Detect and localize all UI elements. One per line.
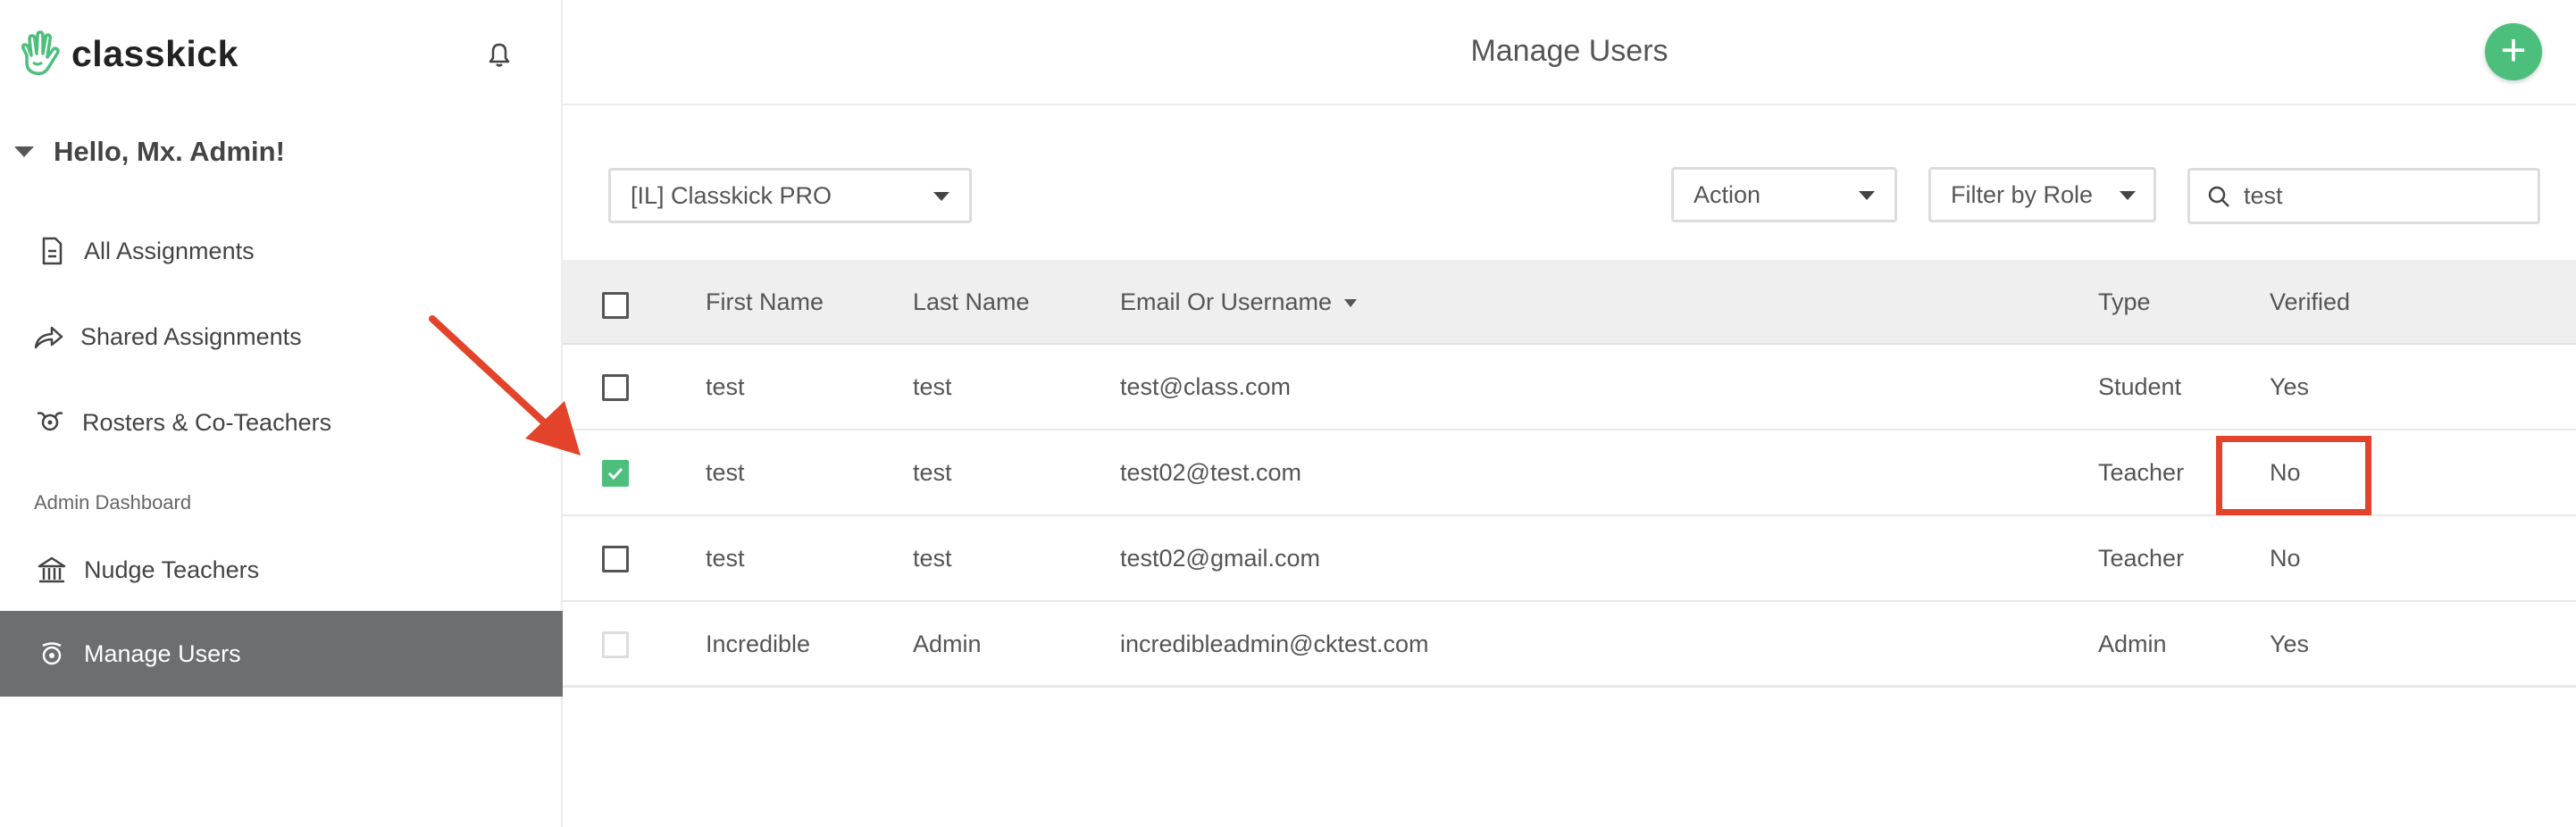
top-bar: Manage Users + (563, 0, 2576, 105)
cell-type: Admin (2098, 631, 2167, 657)
user-greeting[interactable]: Hello, Mx. Admin! (14, 136, 285, 168)
cell-last-name: test (913, 373, 952, 400)
annotation-arrow-icon (429, 315, 581, 455)
table-row[interactable]: Incredible Admin incredibleadmin@cktest.… (563, 602, 2576, 688)
dropdown-arrow-icon (1859, 191, 1875, 200)
sidebar-item-all-assignments[interactable]: All Assignments (0, 208, 563, 294)
cell-email: test@class.com (1120, 373, 1291, 400)
cell-email: incredibleadmin@cktest.com (1120, 631, 1429, 657)
organization-value: [IL] Classkick PRO (631, 181, 832, 209)
cell-first-name: test (706, 459, 745, 486)
select-all-checkbox[interactable] (602, 292, 629, 319)
cell-type: Student (2098, 373, 2182, 400)
roster-icon (37, 412, 63, 431)
filter-label: Filter by Role (1951, 180, 2094, 208)
document-icon (42, 237, 63, 265)
cell-last-name: test (913, 545, 952, 572)
filter-by-role-select[interactable]: Filter by Role (1928, 167, 2156, 222)
plus-icon: + (2500, 25, 2527, 75)
sort-caret-icon (1343, 299, 1357, 308)
sidebar-item-label: Nudge Teachers (84, 556, 260, 583)
cell-type: Teacher (2098, 545, 2185, 572)
dropdown-arrow-icon (933, 192, 949, 201)
cell-first-name: test (706, 545, 745, 572)
sidebar-item-label: Manage Users (84, 639, 241, 667)
users-icon (42, 642, 62, 665)
sidebar-item-manage-users[interactable]: Manage Users (0, 611, 563, 697)
cell-last-name: Admin (913, 631, 982, 657)
table-row[interactable]: test test test02@gmail.com Teacher No (563, 516, 2576, 602)
column-verified[interactable]: Verified (2270, 288, 2350, 316)
table-row[interactable]: test test test@class.com Student Yes (563, 345, 2576, 430)
row-checkbox[interactable] (602, 374, 629, 401)
cell-first-name: Incredible (706, 631, 811, 657)
table-header: First Name Last Name Email Or Username T… (563, 260, 2576, 345)
cell-first-name: test (706, 373, 745, 400)
cell-last-name: test (913, 459, 952, 486)
classkick-logo[interactable]: classkick (14, 27, 238, 80)
cell-verified: Yes (2270, 373, 2310, 400)
checkmark-icon (607, 467, 623, 480)
cell-email: test02@gmail.com (1120, 545, 1320, 572)
action-label: Action (1694, 180, 1761, 208)
column-last-name[interactable]: Last Name (913, 288, 1030, 316)
dropdown-arrow-icon (2120, 191, 2136, 200)
cell-type: Teacher (2098, 459, 2185, 486)
row-checkbox-disabled (602, 631, 629, 658)
row-checkbox[interactable] (602, 546, 629, 572)
sidebar-item-label: Shared Assignments (80, 322, 302, 350)
row-checkbox[interactable] (602, 460, 629, 487)
cell-email: test02@test.com (1120, 459, 1301, 486)
cell-verified: Yes (2270, 631, 2310, 657)
caret-down-icon (14, 146, 34, 157)
column-email-label: Email Or Username (1120, 288, 1333, 315)
sidebar-item-label: All Assignments (84, 237, 255, 264)
annotation-highlight-box (2216, 436, 2371, 515)
building-icon (38, 556, 66, 583)
column-email[interactable]: Email Or Username (1120, 288, 1357, 316)
hand-logo-icon (21, 30, 60, 76)
organization-select[interactable]: [IL] Classkick PRO (608, 168, 972, 223)
app-name: classkick (71, 32, 238, 74)
sidebar-item-label: Rosters & Co-Teachers (82, 408, 332, 436)
search-value: test (2244, 182, 2283, 209)
admin-dashboard-section-label: Admin Dashboard (34, 491, 192, 514)
column-type[interactable]: Type (2098, 288, 2151, 316)
action-select[interactable]: Action (1671, 167, 1897, 222)
column-first-name[interactable]: First Name (706, 288, 824, 316)
search-input[interactable]: test (2187, 168, 2540, 224)
add-user-button[interactable]: + (2485, 23, 2542, 80)
search-icon (2208, 186, 2229, 207)
page-title: Manage Users (1470, 34, 1669, 68)
cell-verified: No (2270, 545, 2301, 572)
sidebar-item-nudge-teachers[interactable]: Nudge Teachers (0, 527, 563, 613)
greeting-text: Hello, Mx. Admin! (54, 136, 285, 167)
bell-icon[interactable] (483, 39, 515, 71)
share-arrow-icon (34, 326, 63, 349)
